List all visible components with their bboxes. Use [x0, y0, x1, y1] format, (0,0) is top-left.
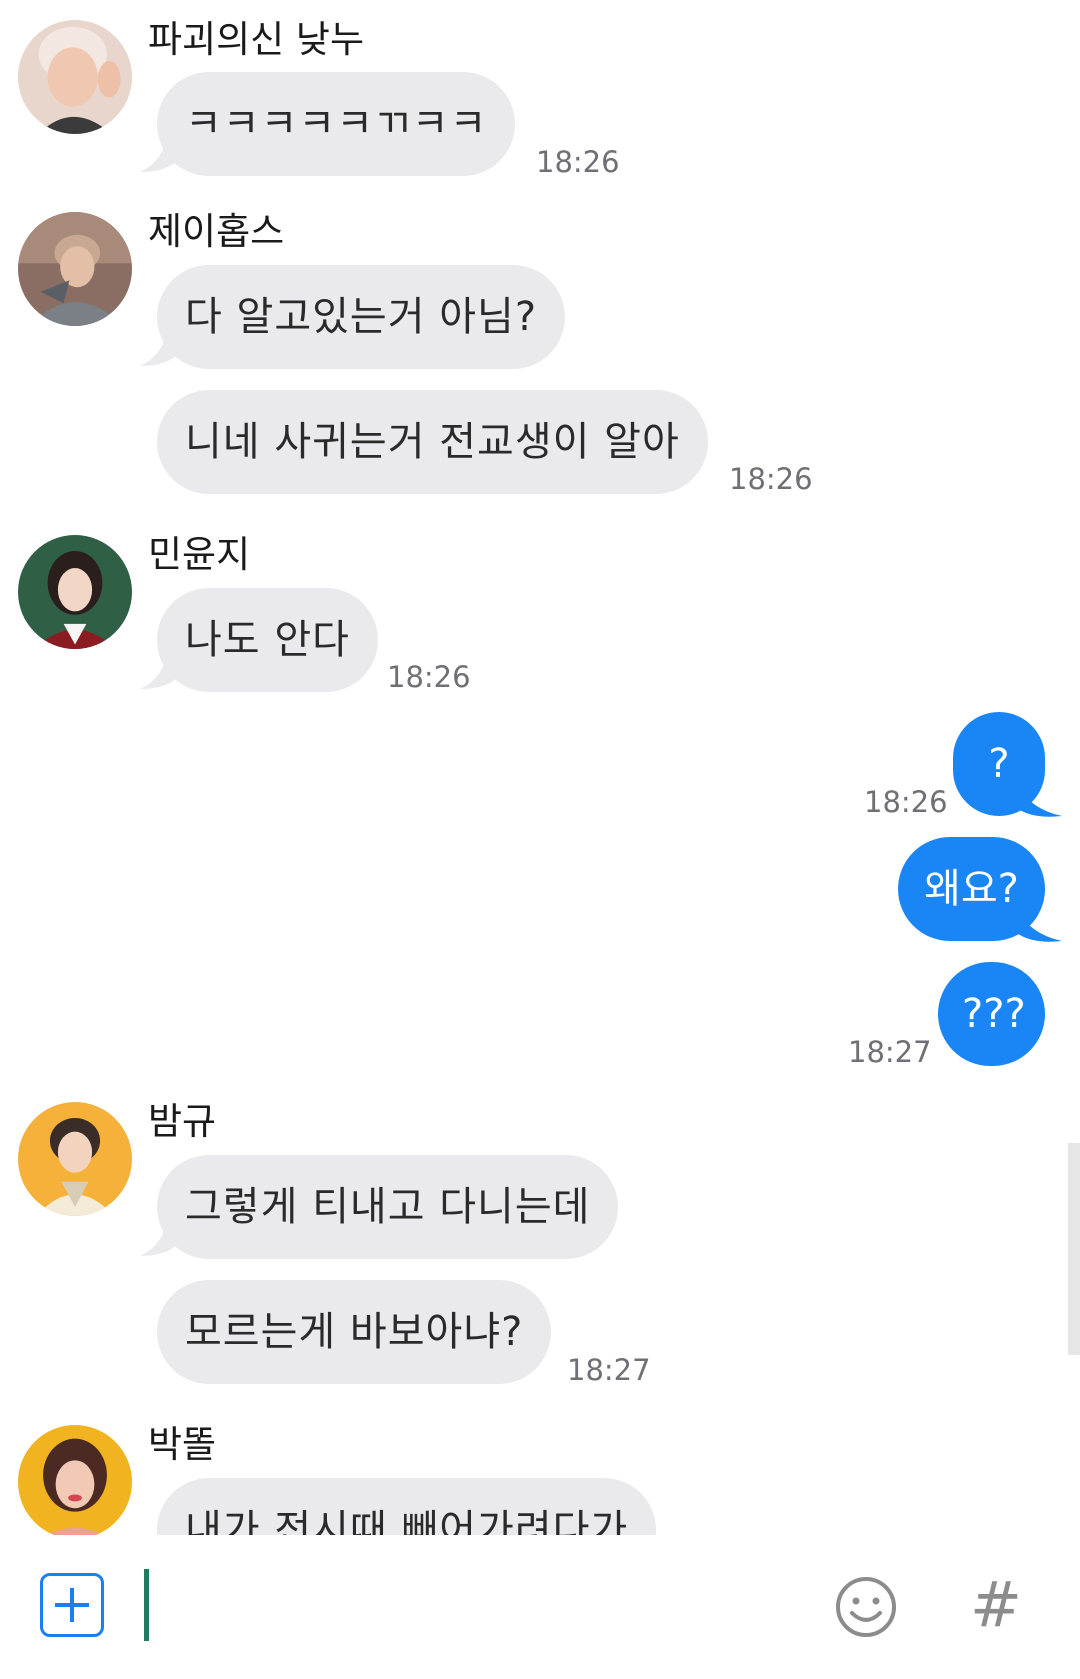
my-message-bubble[interactable]: ?: [953, 712, 1045, 816]
avatar-sender-1[interactable]: [18, 20, 132, 134]
smiley-icon: [836, 1577, 896, 1637]
message-time: 18:27: [567, 1353, 651, 1387]
avatar-sender-3[interactable]: [18, 535, 132, 649]
message-composer: #: [0, 1535, 1080, 1679]
message-bubble[interactable]: 내가 전시때 빼어가려다가: [157, 1478, 657, 1535]
sender-name: 파괴의신 낮누: [148, 18, 365, 61]
chat-area[interactable]: 파괴의신 낮누 ㅋㅋㅋㅋㅋㄲㅋㅋ 18:26 제이홉스 다 알고있는거 아님? …: [0, 0, 1080, 1535]
sender-name: 제이홉스: [148, 210, 285, 253]
avatar-sender-4[interactable]: [18, 1102, 132, 1216]
message-bubble[interactable]: ㅋㅋㅋㅋㅋㄲㅋㅋ: [157, 72, 516, 176]
message-time: 18:27: [848, 1035, 932, 1069]
my-message-bubble[interactable]: ???: [938, 962, 1045, 1066]
sender-name: 민윤지: [148, 533, 251, 576]
message-bubble[interactable]: 모르는게 바보아냐?: [157, 1280, 552, 1384]
message-time: 18:26: [864, 785, 948, 819]
message-bubble[interactable]: 나도 안다: [157, 588, 378, 692]
text-cursor: [144, 1569, 149, 1641]
avatar-sender-2[interactable]: [18, 212, 132, 326]
avatar-sender-5[interactable]: [18, 1425, 132, 1535]
sender-name: 박똘: [148, 1423, 217, 1466]
message-time: 18:26: [536, 145, 620, 179]
message-bubble[interactable]: 그렇게 티내고 다니는데: [157, 1155, 619, 1259]
hashtag-button[interactable]: #: [970, 1565, 1022, 1645]
message-bubble[interactable]: 다 알고있는거 아님?: [157, 265, 566, 369]
message-input[interactable]: [152, 1569, 796, 1643]
message-time: 18:26: [729, 462, 813, 496]
my-message-bubble[interactable]: 왜요?: [898, 837, 1045, 941]
sender-name: 밤규: [148, 1100, 217, 1143]
attach-button[interactable]: [40, 1573, 104, 1637]
message-time: 18:26: [387, 660, 471, 694]
plus-icon: [55, 1588, 89, 1622]
message-bubble[interactable]: 니네 사귀는거 전교생이 알아: [157, 390, 708, 494]
emoji-button[interactable]: [834, 1575, 898, 1639]
scrollbar[interactable]: [1068, 1143, 1080, 1355]
